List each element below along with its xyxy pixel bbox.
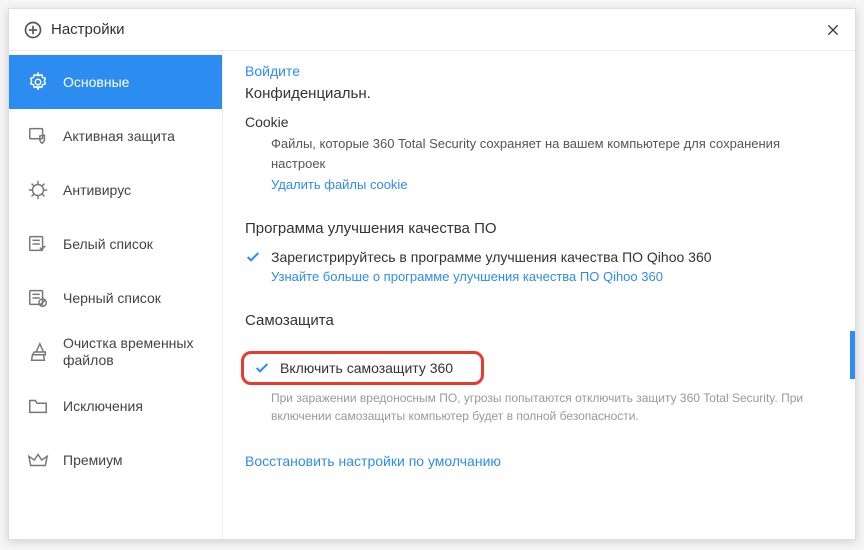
shield-window-icon: [27, 125, 49, 147]
sidebar-item-label: Черный список: [63, 290, 161, 307]
settings-window: Настройки Основные: [8, 8, 856, 540]
sidebar-item-label: Основные: [63, 74, 129, 91]
gear-icon: [27, 71, 49, 93]
app-icon: [23, 20, 43, 40]
virus-icon: [27, 179, 49, 201]
close-button[interactable]: [825, 22, 841, 38]
checkmark-icon: [245, 249, 261, 265]
delete-cookies-link[interactable]: Удалить файлы cookie: [271, 177, 408, 192]
restore-defaults-link[interactable]: Восстановить настройки по умолчанию: [245, 453, 501, 469]
scroll-marker[interactable]: [850, 331, 855, 379]
sidebar-item-active-protection[interactable]: Активная защита: [9, 109, 222, 163]
crown-icon: [27, 449, 49, 471]
improvement-heading: Программа улучшения качества ПО: [245, 220, 827, 237]
sidebar-item-label: Премиум: [63, 452, 123, 469]
content-panel: Войдите Конфиденциальн. Cookie Файлы, ко…: [223, 51, 855, 539]
sidebar-item-whitelist[interactable]: Белый список: [9, 217, 222, 271]
sidebar-item-antivirus[interactable]: Антивирус: [9, 163, 222, 217]
sidebar-item-blacklist[interactable]: Черный список: [9, 271, 222, 325]
cookie-description: Файлы, которые 360 Total Security сохран…: [271, 134, 827, 173]
titlebar: Настройки: [9, 9, 855, 51]
cookie-label: Cookie: [245, 114, 827, 130]
sidebar-item-label: Очистка временных файлов: [63, 335, 204, 369]
sidebar-item-label: Исключения: [63, 398, 143, 415]
selfprotect-checkbox-label: Включить самозащиту 360: [280, 360, 453, 376]
privacy-heading: Конфиденциальн.: [245, 85, 827, 102]
broom-icon: [27, 341, 49, 363]
sidebar-item-general[interactable]: Основные: [9, 55, 222, 109]
window-body: Основные Активная защита: [9, 51, 855, 539]
list-check-icon: [27, 233, 49, 255]
checkmark-icon: [254, 360, 270, 376]
sidebar: Основные Активная защита: [9, 51, 223, 539]
sidebar-item-label: Антивирус: [63, 182, 131, 199]
selfprotect-description: При заражении вредоносным ПО, угрозы поп…: [271, 389, 827, 425]
folder-icon: [27, 395, 49, 417]
selfprotect-checkbox-row[interactable]: Включить самозащиту 360: [241, 351, 484, 385]
sidebar-item-label: Активная защита: [63, 128, 175, 145]
improvement-checkbox-row[interactable]: Зарегистрируйтесь в программе улучшения …: [245, 249, 827, 265]
sidebar-item-premium[interactable]: Премиум: [9, 433, 222, 487]
selfprotect-heading: Самозащита: [245, 312, 827, 329]
list-block-icon: [27, 287, 49, 309]
sidebar-item-cleanup[interactable]: Очистка временных файлов: [9, 325, 222, 379]
sidebar-item-exclusions[interactable]: Исключения: [9, 379, 222, 433]
improvement-learn-more-link[interactable]: Узнайте больше о программе улучшения кач…: [271, 269, 663, 284]
sidebar-item-label: Белый список: [63, 236, 153, 253]
login-link[interactable]: Войдите: [245, 63, 827, 79]
window-title: Настройки: [51, 21, 825, 38]
improvement-checkbox-label: Зарегистрируйтесь в программе улучшения …: [271, 249, 712, 265]
